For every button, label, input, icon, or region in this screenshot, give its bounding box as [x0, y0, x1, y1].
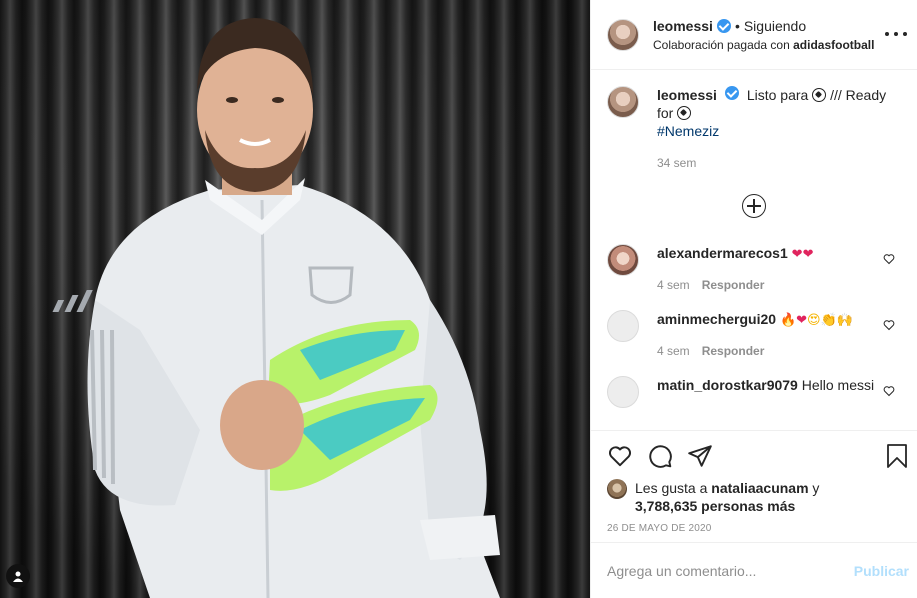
- caption-text-1: Listo para: [746, 87, 809, 103]
- heart-emoji: ❤: [796, 313, 808, 328]
- heart-eyes-emoji: 😍: [807, 313, 821, 328]
- comment-age: 4 sem: [657, 344, 690, 358]
- heart-emoji: ❤: [802, 247, 814, 262]
- load-more-comments: [607, 194, 901, 218]
- bookmark-icon[interactable]: [885, 443, 909, 472]
- likes-count[interactable]: 3,788,635 personas más: [635, 498, 795, 514]
- comment-username[interactable]: alexandermarecos1: [657, 245, 788, 261]
- comment-meta: 4 sem Responder: [657, 342, 853, 360]
- author-line: leomessi • Siguiendo: [653, 18, 874, 34]
- plus-circle-icon[interactable]: [742, 194, 766, 218]
- likes-prefix: Les gusta a: [635, 480, 712, 496]
- caption-username[interactable]: leomessi: [657, 87, 717, 103]
- comment-text: Hello messi: [801, 377, 875, 393]
- comment-avatar[interactable]: [607, 376, 639, 408]
- comment-item: matin_dorostkar9079 Hello messi: [607, 376, 901, 408]
- verified-badge-icon: [724, 86, 739, 100]
- comment-body: matin_dorostkar9079 Hello messi: [657, 376, 874, 408]
- comment-item: aminmechergui20 🔥❤😍👏🙌 4 sem Responder: [607, 310, 901, 360]
- more-options-icon[interactable]: [885, 24, 907, 44]
- action-icons-row: [607, 441, 901, 471]
- post-header: leomessi • Siguiendo Colaboración pagada…: [591, 0, 917, 70]
- post-side-panel: leomessi • Siguiendo Colaboración pagada…: [590, 0, 917, 598]
- author-info: leomessi • Siguiendo Colaboración pagada…: [653, 18, 874, 52]
- post-date[interactable]: 26 DE MAYO DE 2020: [607, 523, 901, 534]
- heart-emoji: ❤: [791, 247, 803, 262]
- liker-avatar[interactable]: [607, 479, 627, 499]
- caption: leomessi Listo para /// Ready for #Nemez…: [607, 86, 901, 172]
- caption-body: leomessi Listo para /// Ready for #Nemez…: [657, 86, 901, 172]
- verified-badge-icon: [716, 18, 731, 33]
- caption-avatar[interactable]: [607, 86, 639, 118]
- soccer-ball-icon: [677, 106, 692, 120]
- share-icon[interactable]: [687, 443, 713, 469]
- comments-section[interactable]: leomessi Listo para /// Ready for #Nemez…: [591, 70, 917, 430]
- reply-button[interactable]: Responder: [702, 276, 765, 294]
- likes-text[interactable]: Les gusta a nataliaacunam y 3,788,635 pe…: [635, 479, 819, 515]
- comment-input[interactable]: [607, 562, 854, 579]
- comment-icon[interactable]: [647, 443, 673, 469]
- reply-button[interactable]: Responder: [702, 342, 765, 360]
- post-photo[interactable]: [0, 0, 590, 598]
- fire-emoji: 🔥: [779, 313, 797, 328]
- likes-summary: Les gusta a nataliaacunam y 3,788,635 pe…: [607, 479, 901, 515]
- add-comment-bar: Publicar: [591, 542, 917, 598]
- post-actions: Les gusta a nataliaacunam y 3,788,635 pe…: [591, 430, 917, 542]
- soccer-ball-icon: [812, 88, 827, 102]
- comment-item: alexandermarecos1 ❤❤ 4 sem Responder: [607, 244, 901, 294]
- paid-partnership-line: Colaboración pagada con adidasfootball: [653, 38, 874, 52]
- comment-body: aminmechergui20 🔥❤😍👏🙌 4 sem Responder: [657, 310, 853, 360]
- comment-avatar[interactable]: [607, 310, 639, 342]
- partnership-brand-link[interactable]: adidasfootball: [793, 38, 874, 52]
- likes-connector: y: [808, 480, 820, 496]
- player-illustration: [52, 18, 500, 598]
- comment-meta: 4 sem Responder: [657, 276, 813, 294]
- separator-dot: •: [734, 17, 740, 34]
- instagram-post-view: leomessi • Siguiendo Colaboración pagada…: [0, 0, 917, 598]
- author-avatar[interactable]: [607, 18, 639, 51]
- comment-avatar[interactable]: [607, 244, 639, 276]
- following-button[interactable]: Siguiendo: [744, 18, 806, 34]
- heart-icon[interactable]: [607, 443, 633, 469]
- comment-age: 4 sem: [657, 278, 690, 292]
- partnership-prefix: Colaboración pagada con: [653, 37, 794, 52]
- user-tag-icon[interactable]: [6, 564, 30, 588]
- comment-like-icon[interactable]: [883, 318, 895, 334]
- liker-username[interactable]: nataliaacunam: [711, 480, 808, 496]
- author-username[interactable]: leomessi: [653, 18, 713, 34]
- comment-like-icon[interactable]: [883, 384, 895, 400]
- publish-button[interactable]: Publicar: [854, 563, 909, 579]
- caption-age: 34 sem: [657, 156, 697, 170]
- raised-hands-emoji: 🙌: [836, 313, 853, 328]
- hashtag-link[interactable]: #Nemeziz: [657, 123, 719, 139]
- comment-like-icon[interactable]: [883, 252, 895, 268]
- clap-emoji: 👏: [820, 313, 837, 328]
- comment-username[interactable]: aminmechergui20: [657, 311, 776, 327]
- comment-body: alexandermarecos1 ❤❤ 4 sem Responder: [657, 244, 813, 294]
- comment-username[interactable]: matin_dorostkar9079: [657, 377, 798, 393]
